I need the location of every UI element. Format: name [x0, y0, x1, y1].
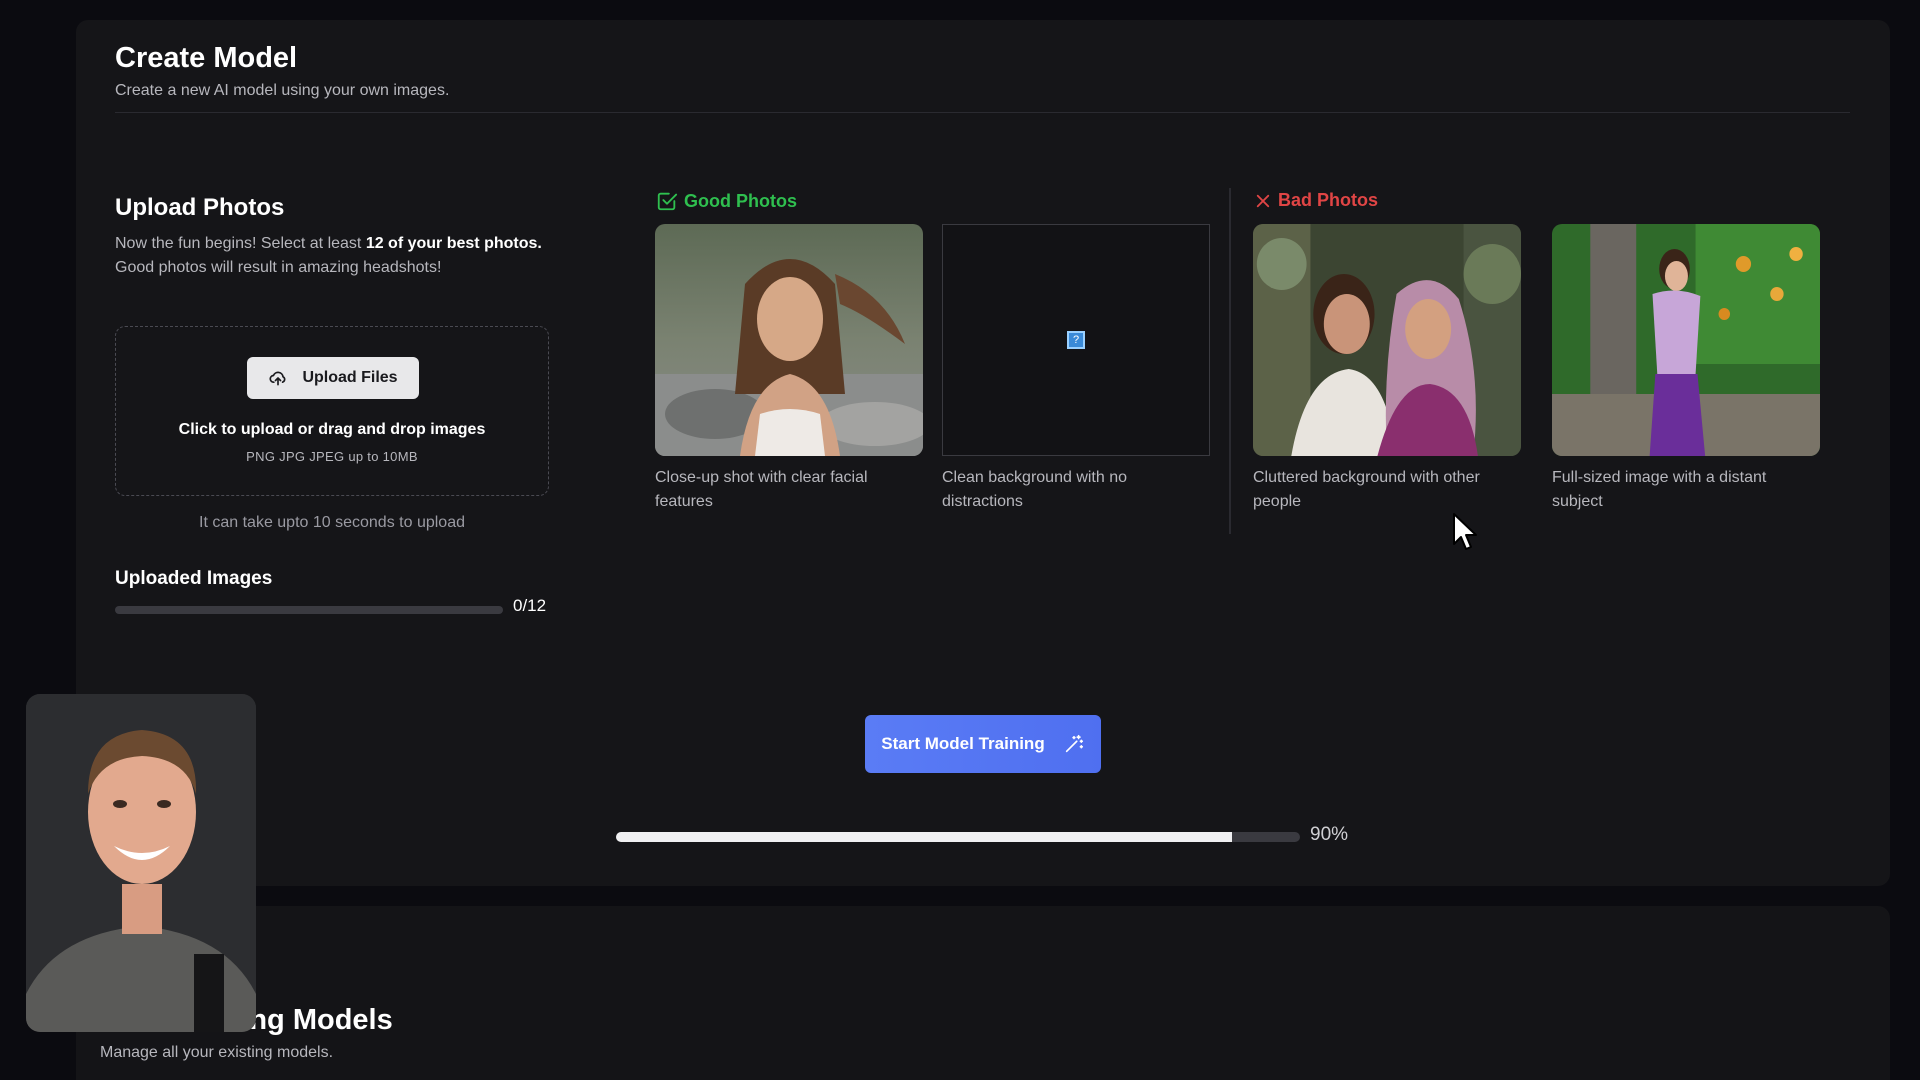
upload-description: Now the fun begins! Select at least 12 o… [115, 232, 555, 280]
upload-time-note: It can take upto 10 seconds to upload [199, 514, 465, 531]
start-training-label: Start Model Training [881, 734, 1045, 753]
magic-wand-icon [1065, 734, 1083, 753]
good-bad-divider [1229, 188, 1231, 534]
dropzone-file-types: PNG JPG JPEG up to 10MB [246, 449, 418, 464]
webcam-overlay [26, 694, 256, 1032]
bad-caption-2: Full-sized image with a distant subject [1552, 469, 1767, 510]
good-photos-title: Good Photos [684, 190, 797, 211]
dropzone-instructions: Click to upload or drag and drop images [178, 421, 486, 438]
page-title: Create Model [115, 42, 298, 74]
uploaded-count: 0/12 [513, 596, 547, 615]
upload-files-label: Upload Files [302, 369, 398, 386]
start-model-training-button[interactable]: Start Model Training [865, 715, 1101, 773]
existing-models-subtitle: Manage all your existing models. [100, 1044, 334, 1061]
good-photo-clean-background: ? [942, 224, 1210, 456]
existing-models-panel: Your Existing Models Manage all your exi… [76, 906, 1890, 1080]
header-divider [115, 112, 1850, 113]
page-subtitle: Create a new AI model using your own ima… [115, 82, 450, 99]
presenter-video-image [26, 694, 256, 1032]
cloud-upload-icon [269, 371, 286, 386]
upload-desc-part2: Good photos will result in amazing heads… [115, 259, 442, 276]
uploaded-progress-bar [115, 606, 503, 614]
x-icon [1256, 194, 1270, 207]
bad-photo-distant [1552, 224, 1820, 456]
bad-photos-header: Bad Photos [1254, 190, 1378, 211]
training-progress-fill [616, 832, 1232, 842]
training-progress-bar [616, 832, 1300, 842]
good-caption-1: Close-up shot with clear facial features [655, 469, 868, 510]
broken-image-icon: ? [1067, 331, 1085, 349]
check-square-icon [657, 192, 678, 211]
bad-caption-1: Cluttered background with other people [1253, 469, 1480, 510]
upload-photos-title: Upload Photos [115, 194, 285, 221]
upload-files-button[interactable]: Upload Files [247, 357, 419, 399]
upload-desc-part1: Now the fun begins! Select at least [115, 235, 366, 252]
create-model-panel: Create Model Create a new AI model using… [76, 20, 1890, 886]
good-caption-2: Clean background with no distractions [942, 469, 1128, 510]
good-photo-closeup [655, 224, 923, 456]
upload-desc-bold: 12 of your best photos. [365, 235, 542, 252]
bad-photo-cluttered [1253, 224, 1521, 456]
uploaded-images-title: Uploaded Images [115, 568, 273, 589]
distant-subject-image [1552, 224, 1820, 456]
training-progress-percent: 90% [1310, 824, 1349, 845]
bad-photos-title: Bad Photos [1278, 190, 1379, 210]
good-photos-header: Good Photos [656, 190, 797, 212]
closeup-portrait-image [655, 224, 923, 456]
mouse-cursor-icon [1453, 513, 1477, 550]
upload-dropzone[interactable]: Upload Files Click to upload or drag and… [115, 326, 549, 496]
cluttered-group-image [1253, 224, 1521, 456]
